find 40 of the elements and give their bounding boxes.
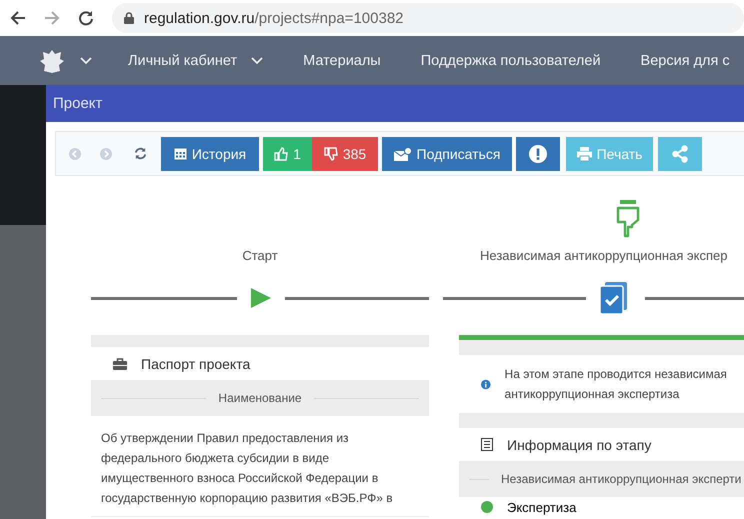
status-dot <box>481 501 493 513</box>
step-label: Экспертиза <box>507 500 576 514</box>
refresh-icon[interactable] <box>134 147 147 160</box>
nav-link[interactable]: Поддержка пользователей <box>420 52 601 68</box>
modal-title: Проект <box>53 95 102 112</box>
pointing-hand-icon <box>614 200 642 238</box>
thumbs-down-icon <box>324 146 338 160</box>
reload-icon[interactable] <box>78 10 94 26</box>
lock-icon <box>124 12 134 24</box>
back-icon[interactable] <box>10 10 26 26</box>
section-heading: Наименование <box>218 391 302 405</box>
chevron-down-icon <box>251 56 264 64</box>
thumbs-up-icon <box>274 146 288 160</box>
calendar-icon <box>174 147 187 160</box>
printer-icon <box>576 146 592 160</box>
share-icon <box>671 144 689 162</box>
section-heading: Независимая антикоррупционная эксперти <box>501 472 742 486</box>
info-icon <box>481 376 491 392</box>
document-check-icon <box>599 282 629 314</box>
dislike-button[interactable]: 385 <box>312 136 378 170</box>
exclamation-icon <box>529 144 547 162</box>
project-description: Об утверждении Правил предоставления из федерального бюджета субсидии в виде имущественного взноса Российской Федерации в государственную корпорацию развития «ВЭБ.РФ» в <box>91 416 429 516</box>
notice-text: На этом этапе проводится независимая антикоррупционная экспертиза <box>504 366 728 403</box>
subscribe-button[interactable]: Подписаться <box>382 136 512 170</box>
chevron-down-icon[interactable] <box>80 56 92 64</box>
envelope-icon <box>394 146 412 160</box>
report-button[interactable] <box>516 136 560 170</box>
play-icon <box>250 287 272 309</box>
card-title: Информация по этапу <box>507 436 652 452</box>
list-icon <box>481 438 493 451</box>
like-button[interactable]: 1 <box>263 136 312 170</box>
nav-link[interactable]: Личный кабинет <box>128 52 264 68</box>
card-title: Паспорт проекта <box>141 356 250 372</box>
address-bar[interactable]: regulation.gov.ru/projects#npa=100382 <box>112 3 744 33</box>
nav-link[interactable]: Материалы <box>303 52 381 68</box>
stage-label: Старт <box>241 248 279 263</box>
briefcase-icon <box>113 358 127 370</box>
history-button[interactable]: История <box>161 136 259 170</box>
nav-link[interactable]: Версия для с <box>640 52 730 68</box>
stage-label: Независимая антикоррупционная экспер <box>480 248 728 263</box>
